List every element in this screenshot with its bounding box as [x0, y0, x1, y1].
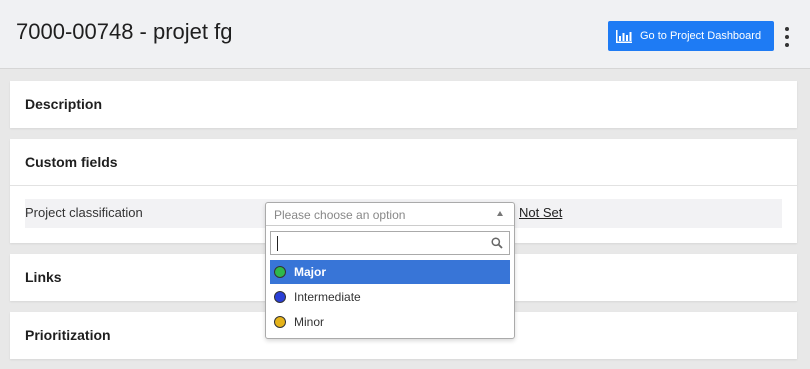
custom-fields-title[interactable]: Custom fields — [25, 154, 118, 170]
dashboard-button-label: Go to Project Dashboard — [640, 30, 762, 42]
option-intermediate[interactable]: Intermediate — [270, 285, 510, 309]
option-label: Minor — [294, 315, 325, 329]
bar-chart-icon — [616, 29, 632, 43]
yellow-dot-icon — [274, 316, 286, 328]
project-classification-label: Project classification — [25, 205, 143, 220]
option-minor[interactable]: Minor — [270, 310, 510, 334]
links-title: Links — [25, 269, 62, 285]
page-title: 7000-00748 - projet fg — [16, 19, 233, 44]
prioritization-title: Prioritization — [25, 327, 111, 343]
page-header: 7000-00748 - projet fg Go to Project Das… — [0, 0, 810, 69]
go-to-project-dashboard-button[interactable]: Go to Project Dashboard — [608, 21, 774, 51]
dropdown-placeholder: Please choose an option — [274, 208, 406, 222]
blue-dot-icon — [274, 291, 286, 303]
option-label: Intermediate — [294, 290, 361, 304]
dropdown-search-input[interactable] — [270, 231, 510, 255]
project-classification-dropdown[interactable]: Please choose an option Major Intermedia… — [265, 202, 515, 339]
not-set-link[interactable]: Not Set — [519, 205, 562, 220]
divider — [10, 185, 797, 186]
dropdown-select[interactable]: Please choose an option — [266, 203, 514, 226]
green-dot-icon — [274, 266, 286, 278]
caret-up-icon — [497, 211, 503, 216]
option-label: Major — [294, 265, 327, 279]
search-icon — [491, 237, 503, 249]
description-title: Description — [25, 96, 103, 112]
option-major[interactable]: Major — [270, 260, 510, 284]
more-options-icon[interactable] — [780, 24, 794, 50]
description-section[interactable]: Description — [10, 81, 797, 128]
text-cursor — [277, 236, 278, 251]
